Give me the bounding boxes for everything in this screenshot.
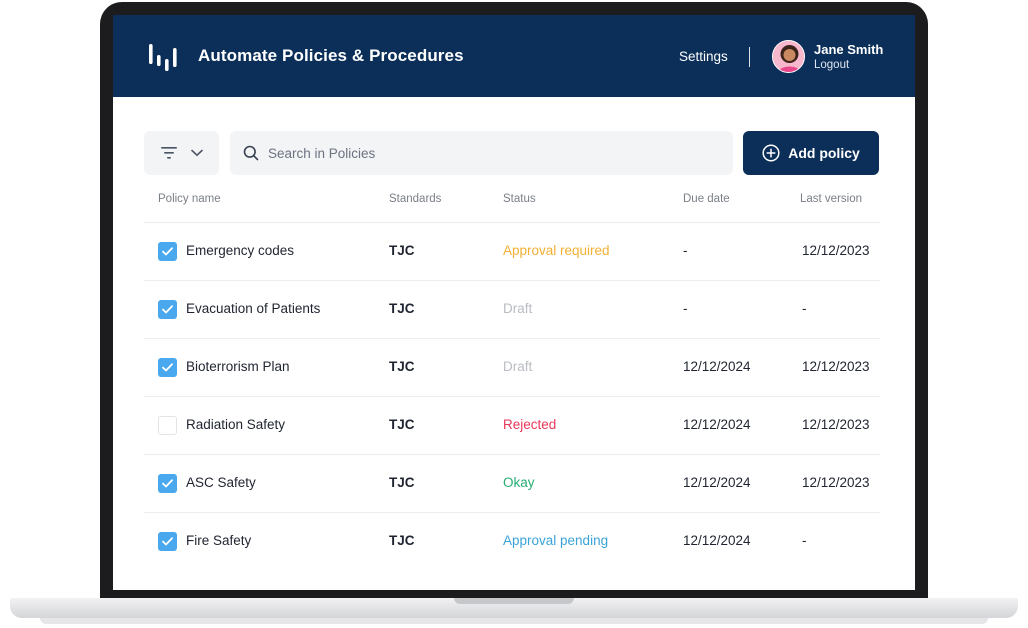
- filter-icon: [160, 147, 177, 159]
- app-title: Automate Policies & Procedures: [198, 46, 464, 65]
- due-date: 12/12/2024: [683, 359, 751, 374]
- due-date: -: [683, 301, 688, 316]
- policy-name[interactable]: Emergency codes: [186, 243, 294, 258]
- policy-standard: TJC: [389, 475, 415, 490]
- last-version: -: [802, 533, 807, 548]
- row-checkbox[interactable]: [158, 474, 177, 493]
- due-date: 12/12/2024: [683, 533, 751, 548]
- search-box[interactable]: [230, 131, 733, 175]
- status-badge: Draft: [503, 359, 533, 374]
- laptop-shadow: [40, 618, 988, 624]
- check-icon: [162, 247, 173, 256]
- app-logo-icon[interactable]: [147, 39, 181, 73]
- policy-name[interactable]: Evacuation of Patients: [186, 301, 320, 316]
- row-checkbox[interactable]: [158, 532, 177, 551]
- status-badge: Rejected: [503, 417, 557, 432]
- policy-standard: TJC: [389, 243, 415, 258]
- plus-circle-icon: [762, 144, 780, 162]
- column-header-last-version[interactable]: Last version: [800, 193, 862, 205]
- search-icon: [243, 145, 259, 161]
- last-version: -: [802, 301, 807, 316]
- filter-button[interactable]: [144, 131, 219, 175]
- row-checkbox[interactable]: [158, 242, 177, 261]
- table-row[interactable]: Radiation Safety TJC Rejected 12/12/2024 12/…: [144, 397, 880, 455]
- header-divider: [749, 47, 750, 67]
- due-date: 12/12/2024: [683, 417, 751, 432]
- due-date: -: [683, 243, 688, 258]
- table-row[interactable]: Bioterrorism Plan TJC Draft 12/12/2024 12/12…: [144, 339, 880, 397]
- policy-name[interactable]: Fire Safety: [186, 533, 251, 548]
- check-icon: [162, 305, 173, 314]
- table-row[interactable]: Evacuation of Patients TJC Draft - -: [144, 281, 880, 339]
- check-icon: [162, 363, 173, 372]
- last-version: 12/12/2023: [802, 243, 870, 258]
- user-name: Jane Smith: [814, 42, 884, 57]
- settings-link[interactable]: Settings: [679, 49, 728, 64]
- policy-name[interactable]: Radiation Safety: [186, 417, 285, 432]
- table-row[interactable]: Emergency codes TJC Approval required - 12/1…: [144, 223, 880, 281]
- check-icon: [162, 537, 173, 546]
- policy-name[interactable]: ASC Safety: [186, 475, 256, 490]
- policy-name[interactable]: Bioterrorism Plan: [186, 359, 290, 374]
- policy-standard: TJC: [389, 533, 415, 548]
- status-badge: Approval required: [503, 243, 610, 258]
- logout-link[interactable]: Logout: [814, 59, 849, 71]
- app-header: Automate Policies & Procedures Settings …: [113, 15, 915, 97]
- last-version: 12/12/2023: [802, 475, 870, 490]
- chevron-down-icon: [190, 149, 203, 157]
- check-icon: [162, 479, 173, 488]
- status-badge: Draft: [503, 301, 533, 316]
- last-version: 12/12/2023: [802, 417, 870, 432]
- due-date: 12/12/2024: [683, 475, 751, 490]
- table-header: Policy name Standards Status Due date La…: [144, 185, 880, 223]
- policy-standard: TJC: [389, 359, 415, 374]
- policy-standard: TJC: [389, 417, 415, 432]
- column-header-standards[interactable]: Standards: [389, 193, 441, 205]
- last-version: 12/12/2023: [802, 359, 870, 374]
- row-checkbox[interactable]: [158, 358, 177, 377]
- column-header-due-date[interactable]: Due date: [683, 193, 730, 205]
- table-row[interactable]: Fire Safety TJC Approval pending 12/12/2024…: [144, 513, 880, 571]
- status-badge: Okay: [503, 475, 535, 490]
- table-row[interactable]: ASC Safety TJC Okay 12/12/2024 12/12/2023: [144, 455, 880, 513]
- status-badge: Approval pending: [503, 533, 609, 548]
- avatar[interactable]: [772, 40, 805, 73]
- row-checkbox[interactable]: [158, 416, 177, 435]
- add-policy-button[interactable]: Add policy: [743, 131, 879, 175]
- add-policy-label: Add policy: [788, 145, 860, 161]
- row-checkbox[interactable]: [158, 300, 177, 319]
- policy-standard: TJC: [389, 301, 415, 316]
- column-header-status[interactable]: Status: [503, 193, 536, 205]
- search-input[interactable]: [268, 131, 723, 175]
- column-header-policy-name[interactable]: Policy name: [158, 193, 221, 205]
- app-screen: Automate Policies & Procedures Settings …: [113, 15, 915, 590]
- laptop-notch: [454, 598, 574, 604]
